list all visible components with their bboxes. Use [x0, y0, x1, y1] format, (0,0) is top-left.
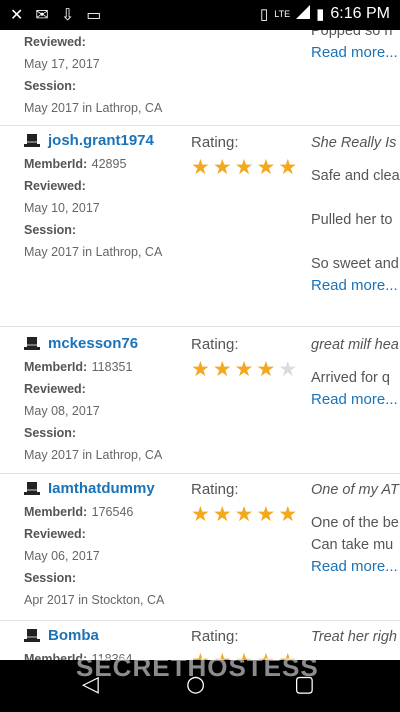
- clock: 6:16 PM: [330, 5, 390, 22]
- session-value: Apr 2017 in Stockton, CA: [24, 593, 165, 607]
- reviews-list[interactable]: Reviewed: May 17, 2017 Session: May 2017…: [0, 30, 400, 660]
- rating-label: Rating:: [191, 336, 239, 353]
- reviewed-label: Reviewed:: [24, 382, 86, 396]
- notification-icons: ✕ ✉ ⇩ ▭: [10, 5, 101, 24]
- session-value: May 2017 in Lathrop, CA: [24, 448, 163, 462]
- read-more-link[interactable]: Read more...: [311, 275, 400, 297]
- rating-label: Rating:: [191, 481, 239, 498]
- review-headline: She Really Is: [311, 135, 397, 151]
- top-hat-icon: [24, 481, 40, 497]
- rating-label: Rating:: [191, 134, 239, 151]
- missed-call-icon: ✕: [10, 5, 24, 24]
- top-hat-icon: [24, 628, 40, 644]
- review-text: Arrived for q: [311, 370, 390, 386]
- reviewer-name[interactable]: mckesson76: [48, 335, 138, 352]
- star-filled-icon: ★: [256, 357, 276, 381]
- read-more-link[interactable]: Read more...: [311, 42, 400, 64]
- review-text: One of the be: [311, 515, 399, 531]
- reviewer-name[interactable]: josh.grant1974: [48, 132, 154, 149]
- reviewed-label: Reviewed:: [24, 527, 86, 541]
- session-label: Session:: [24, 571, 77, 585]
- memberid-value: 176546: [91, 505, 134, 519]
- review-text: Can take mu: [311, 537, 394, 553]
- review-card: josh.grant1974 MemberId: 42895 Reviewed:…: [0, 126, 400, 327]
- star-rating: ★★★★★: [191, 359, 303, 380]
- memberid-label: MemberId:: [24, 505, 88, 519]
- reviewed-date: May 17, 2017: [24, 57, 100, 71]
- rating-label: Rating:: [191, 628, 239, 645]
- memberid-value: 118351: [91, 360, 133, 374]
- battery-icon: ▮: [316, 6, 325, 23]
- watermark: SECRETHOSTESS: [76, 652, 319, 682]
- session-label: Session:: [24, 79, 77, 93]
- star-filled-icon: ★: [234, 155, 254, 179]
- read-more-link[interactable]: Read more...: [311, 556, 400, 578]
- star-filled-icon: ★: [212, 357, 232, 381]
- star-filled-icon: ★: [234, 357, 254, 381]
- vibrate-icon: ▯: [260, 6, 269, 23]
- review-card-partial: Reviewed: May 17, 2017 Session: May 2017…: [0, 30, 400, 126]
- reviewed-label: Reviewed:: [24, 179, 86, 193]
- star-filled-icon: ★: [256, 502, 276, 526]
- star-filled-icon: ★: [191, 155, 210, 179]
- star-filled-icon: ★: [212, 155, 232, 179]
- top-hat-icon: [24, 133, 40, 149]
- star-empty-icon: ★: [278, 357, 298, 381]
- star-filled-icon: ★: [191, 357, 210, 381]
- star-filled-icon: ★: [278, 502, 298, 526]
- top-hat-icon: [24, 336, 40, 352]
- system-status: ▯ LTE ▮ 6:16 PM: [260, 5, 390, 23]
- session-value: May 2017 in Lathrop, CA: [24, 101, 163, 115]
- star-filled-icon: ★: [234, 502, 254, 526]
- review-headline: great milf hea: [311, 337, 399, 353]
- message-icon: ✉: [35, 5, 49, 24]
- review-text: So sweet and: [311, 256, 399, 272]
- session-label: Session:: [24, 426, 77, 440]
- reviewed-label: Reviewed:: [24, 35, 86, 49]
- review-text: Popped so h: [311, 30, 393, 39]
- review-headline: One of my AT: [311, 482, 399, 498]
- reviewer-name[interactable]: Bomba: [48, 627, 99, 644]
- memberid-label: MemberId:: [24, 360, 88, 374]
- status-bar: ✕ ✉ ⇩ ▭ ▯ LTE ▮ 6:16 PM: [0, 0, 400, 30]
- star-rating: ★★★★★: [191, 504, 303, 525]
- voicemail-icon: ▭: [86, 5, 102, 24]
- review-card: Iamthatdummy MemberId: 176546 Reviewed: …: [0, 474, 400, 621]
- star-rating: ★★★★★: [191, 157, 303, 178]
- network-label: LTE: [274, 9, 291, 19]
- read-more-link[interactable]: Read more...: [311, 389, 400, 411]
- star-filled-icon: ★: [212, 502, 232, 526]
- star-filled-icon: ★: [191, 502, 210, 526]
- star-filled-icon: ★: [256, 155, 276, 179]
- session-label: Session:: [24, 223, 77, 237]
- review-headline: Treat her righ: [311, 629, 397, 645]
- memberid-label: MemberId:: [24, 157, 88, 171]
- download-icon: ⇩: [60, 5, 75, 24]
- reviewed-date: May 10, 2017: [24, 201, 100, 215]
- review-card: mckesson76 MemberId: 118351 Reviewed: Ma…: [0, 327, 400, 474]
- memberid-value: 42895: [91, 157, 127, 171]
- star-filled-icon: ★: [278, 155, 298, 179]
- review-text: Safe and clea: [311, 168, 400, 184]
- reviewed-date: May 06, 2017: [24, 549, 100, 563]
- review-text: Pulled her to: [311, 212, 393, 228]
- signal-icon: [296, 5, 311, 23]
- session-value: May 2017 in Lathrop, CA: [24, 245, 163, 259]
- reviewed-date: May 08, 2017: [24, 404, 100, 418]
- reviewer-name[interactable]: Iamthatdummy: [48, 480, 155, 497]
